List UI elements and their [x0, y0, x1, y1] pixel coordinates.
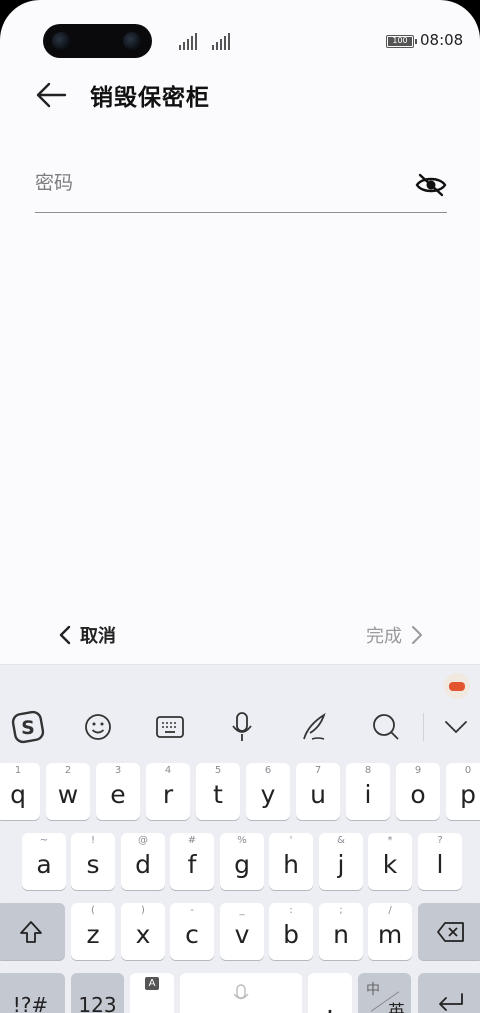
front-camera-lens [52, 32, 70, 50]
key-c[interactable]: -c [170, 903, 214, 960]
search-button[interactable] [368, 707, 404, 747]
keyboard-mascot-icon[interactable] [444, 673, 470, 699]
key-e[interactable]: 3e [96, 763, 140, 820]
comma-key[interactable]: A , [130, 973, 174, 1013]
quill-pen-icon [303, 712, 326, 740]
svg-text:S: S [21, 717, 35, 739]
voice-input-button[interactable] [224, 707, 260, 747]
search-icon [373, 714, 399, 740]
toggle-visibility-button[interactable] [415, 172, 447, 198]
toolbar-divider [423, 713, 424, 741]
key-l[interactable]: ? l [418, 833, 462, 890]
handwriting-button[interactable] [296, 707, 332, 747]
camera-cutout [43, 24, 152, 58]
emoji-icon [85, 714, 111, 740]
key-r[interactable]: 4r [146, 763, 190, 820]
key-h[interactable]: ' h [269, 833, 313, 890]
key-x[interactable]: ) x [121, 903, 165, 960]
key-s[interactable]: ! s [71, 833, 115, 890]
lang-label-cn: 中 [366, 982, 380, 998]
sogou-logo-icon: S [11, 710, 45, 744]
enter-key[interactable] [418, 973, 480, 1013]
status-time: 08:08 [420, 31, 464, 49]
key-z[interactable]: (z [71, 903, 115, 960]
key-g[interactable]: % g [220, 833, 264, 890]
language-switch-key[interactable]: 中 英 [358, 973, 411, 1013]
key-q[interactable]: 1q [0, 763, 40, 820]
key-i[interactable]: 8i [346, 763, 390, 820]
battery-icon: 100 [386, 35, 417, 48]
shift-key[interactable] [0, 903, 65, 960]
microphone-icon [232, 712, 252, 741]
keyboard-toolbar: S [0, 703, 480, 753]
password-input[interactable] [35, 168, 395, 198]
backspace-icon [437, 921, 464, 942]
keyboard-icon [156, 716, 184, 738]
battery-level: 100 [392, 36, 408, 45]
key-u[interactable]: 7u [296, 763, 340, 820]
backspace-key[interactable] [418, 903, 480, 960]
eye-off-icon [415, 173, 447, 197]
key-m[interactable]: / m [368, 903, 412, 960]
key-j[interactable]: & j [319, 833, 363, 890]
front-camera-lens [123, 32, 141, 50]
action-row: 取消 完成 [0, 612, 480, 656]
soft-keyboard: S 1 q 2 w 3 e 4 r 5 t 6 y 7 u 8 i 9 o 0 … [0, 664, 480, 1013]
key-y[interactable]: 6y [246, 763, 290, 820]
space-microphone-icon [233, 983, 249, 999]
back-arrow-icon [36, 82, 67, 108]
period-key[interactable]: . [308, 973, 352, 1013]
phone-screen: 100 08:08 销毁保密柜 取消 完成 S 1 q 2 w 3 e 4 r … [0, 0, 480, 1013]
space-key[interactable] [180, 973, 302, 1013]
key-k[interactable]: * k [368, 833, 412, 890]
cellular-signal-icon [179, 32, 197, 50]
key-n[interactable]: ; n [319, 903, 363, 960]
page-title: 销毁保密柜 [90, 85, 210, 111]
key-v[interactable]: _ v [220, 903, 264, 960]
key-o[interactable]: 9o [396, 763, 440, 820]
back-button[interactable] [35, 80, 67, 110]
key-w[interactable]: 2w [46, 763, 90, 820]
app-header: 销毁保密柜 [0, 72, 480, 118]
enter-icon [439, 992, 463, 1011]
cellular-signal-icon [212, 32, 230, 50]
key-f[interactable]: # f [170, 833, 214, 890]
sogou-logo-button[interactable]: S [10, 707, 46, 747]
chevron-down-icon [445, 721, 467, 734]
chevron-left-icon [59, 625, 71, 645]
key-a[interactable]: ~ a [22, 833, 66, 890]
key-d[interactable]: @ d [121, 833, 165, 890]
cancel-label: 取消 [80, 626, 116, 647]
key-b[interactable]: :b [269, 903, 313, 960]
key-t[interactable]: 5t [196, 763, 240, 820]
done-button[interactable]: 完成 [366, 622, 424, 648]
chevron-right-icon [412, 626, 422, 644]
keyboard-switch-button[interactable] [152, 707, 188, 747]
shift-icon [19, 920, 42, 943]
key-p[interactable]: 0p [446, 763, 480, 820]
done-label: 完成 [366, 626, 402, 647]
emoji-button[interactable] [80, 707, 116, 747]
status-bar: 100 08:08 [0, 18, 480, 62]
lang-label-en: 英 [388, 1002, 405, 1013]
numbers-key[interactable]: 123 [71, 973, 124, 1013]
caps-hint-badge: A [145, 977, 159, 990]
symbols-key[interactable]: !?# [0, 973, 65, 1013]
key-grid: 1q 2w 3e 4r 5t 6y 7u 8i 9o 0p ~ a ! s @ d #… [0, 761, 480, 1013]
collapse-keyboard-button[interactable] [438, 707, 474, 747]
password-field [35, 160, 447, 213]
cancel-button[interactable]: 取消 [58, 622, 116, 648]
